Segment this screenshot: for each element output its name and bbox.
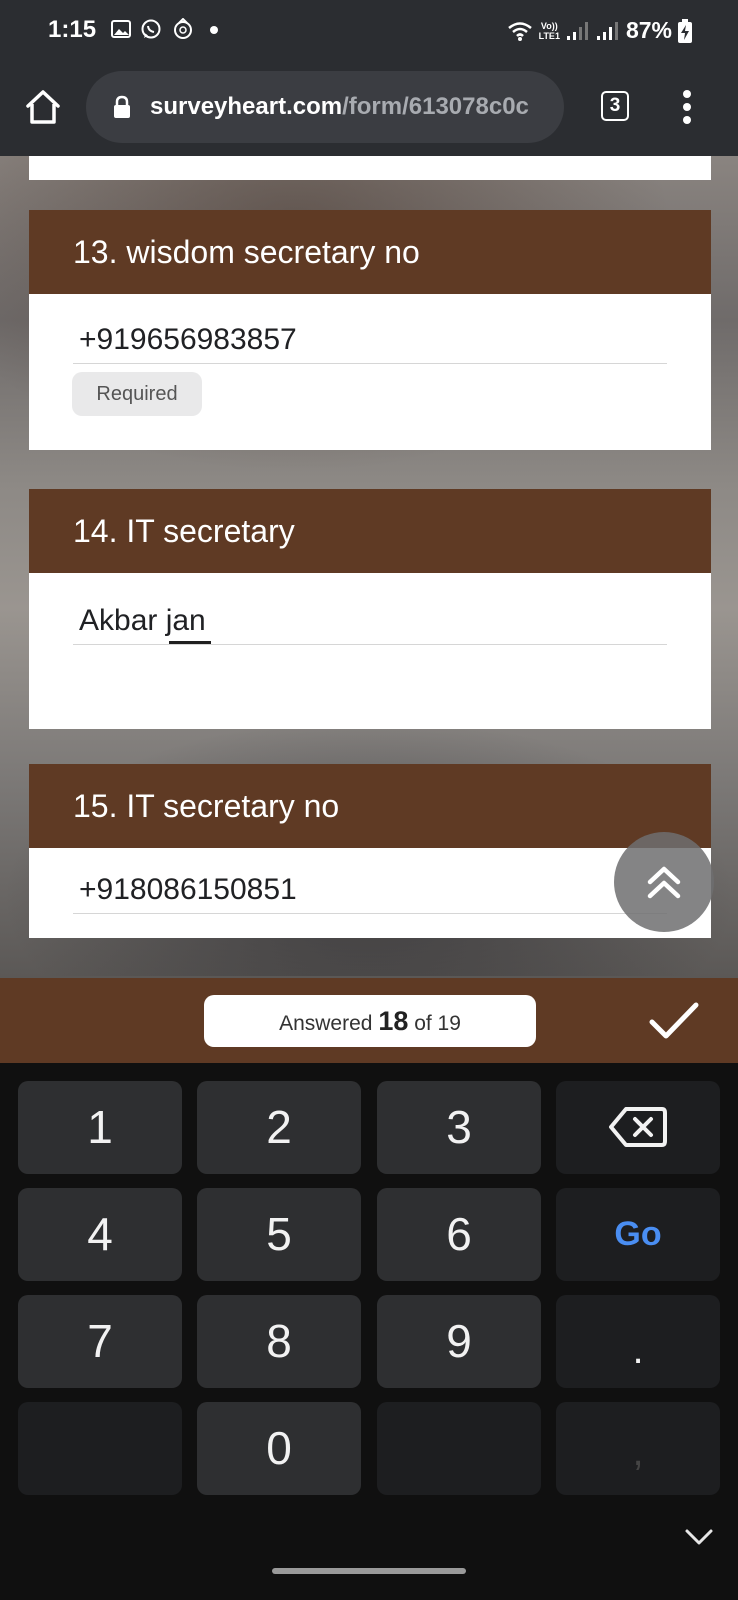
key-8[interactable]: 8	[197, 1295, 361, 1388]
question-title: 14. IT secretary	[29, 489, 711, 573]
more-menu-icon[interactable]	[680, 90, 694, 126]
dot-key[interactable]: .	[556, 1295, 720, 1388]
url-path: /form/613078c0c	[342, 93, 529, 120]
url-text[interactable]: surveyheart.com/form/613078c0c	[150, 93, 529, 121]
key-9[interactable]: 9	[377, 1295, 541, 1388]
answer-input-14[interactable]	[73, 593, 667, 645]
wifi-icon	[507, 21, 532, 41]
signal-sim2-icon	[596, 21, 618, 40]
answered-prefix: Answered	[279, 1012, 373, 1035]
network-lte: LTE1	[538, 30, 560, 41]
comma-key[interactable]: ,	[556, 1402, 720, 1495]
more-notifications-dot	[210, 26, 218, 34]
app-notification-icon	[174, 18, 192, 39]
lock-icon[interactable]	[112, 95, 132, 119]
key-6[interactable]: 6	[377, 1188, 541, 1281]
question-body	[29, 573, 711, 729]
key-4[interactable]: 4	[18, 1188, 182, 1281]
browser-toolbar: surveyheart.com/form/613078c0c 3	[0, 60, 738, 156]
address-bar[interactable]: surveyheart.com/form/613078c0c	[86, 71, 564, 143]
battery-percent: 87%	[625, 17, 672, 43]
home-icon[interactable]	[24, 88, 62, 126]
url-host: surveyheart.com	[150, 93, 343, 120]
submit-check-icon[interactable]	[648, 1000, 700, 1042]
question-card-15: 15. IT secretary no	[29, 764, 711, 938]
status-time: 1:15	[48, 16, 97, 43]
battery-charging-icon	[678, 18, 692, 43]
question-title: 13. wisdom secretary no	[29, 210, 711, 294]
answered-number: 18	[378, 1006, 409, 1036]
backspace-key[interactable]	[556, 1081, 720, 1174]
survey-page: 13. wisdom secretary no Required 14. IT …	[0, 156, 738, 978]
go-key[interactable]: Go	[556, 1188, 720, 1281]
gesture-navigation-bar[interactable]	[272, 1568, 466, 1574]
key-7[interactable]: 7	[18, 1295, 182, 1388]
status-indicators: Vo)) LTE1 87%	[507, 17, 692, 44]
answered-count: Answered 18 of 19	[204, 995, 536, 1047]
key-1[interactable]: 1	[18, 1081, 182, 1174]
key-3[interactable]: 3	[377, 1081, 541, 1174]
backspace-icon	[609, 1107, 667, 1147]
previous-card-bottom	[29, 156, 711, 180]
question-card-14: 14. IT secretary	[29, 489, 711, 729]
double-chevron-up-icon	[647, 866, 681, 899]
question-body	[29, 848, 711, 938]
network-volte: Vo))	[540, 20, 558, 31]
key-2[interactable]: 2	[197, 1081, 361, 1174]
key-5[interactable]: 5	[197, 1188, 361, 1281]
question-title: 15. IT secretary no	[29, 764, 711, 848]
answer-input-13[interactable]	[73, 312, 667, 364]
network-label: Vo)) LTE1	[539, 21, 560, 41]
empty-key-right	[377, 1402, 541, 1495]
progress-bar: Answered 18 of 19	[0, 978, 738, 1063]
gallery-notification-icon	[111, 20, 131, 38]
signal-sim1-icon	[566, 21, 588, 40]
numeric-keyboard: 1 2 3 4 5 6 Go 7 8 9 . 0 ,	[0, 1063, 738, 1600]
keyboard-hide-chevron-icon[interactable]	[684, 1525, 714, 1549]
empty-key-left	[18, 1402, 182, 1495]
question-card-13: 13. wisdom secretary no Required	[29, 210, 711, 450]
answer-input-15[interactable]	[73, 862, 667, 914]
key-0[interactable]: 0	[197, 1402, 361, 1495]
scroll-to-top-button[interactable]	[614, 832, 714, 932]
whatsapp-notification-icon	[141, 19, 161, 39]
status-bar: 1:15 Vo)) LTE1 87%	[0, 0, 738, 60]
tab-switcher-button[interactable]: 3	[601, 91, 629, 121]
question-body: Required	[29, 294, 711, 450]
required-chip: Required	[72, 372, 202, 416]
answered-suffix: of 19	[414, 1012, 461, 1035]
spellcheck-underline	[169, 641, 211, 644]
